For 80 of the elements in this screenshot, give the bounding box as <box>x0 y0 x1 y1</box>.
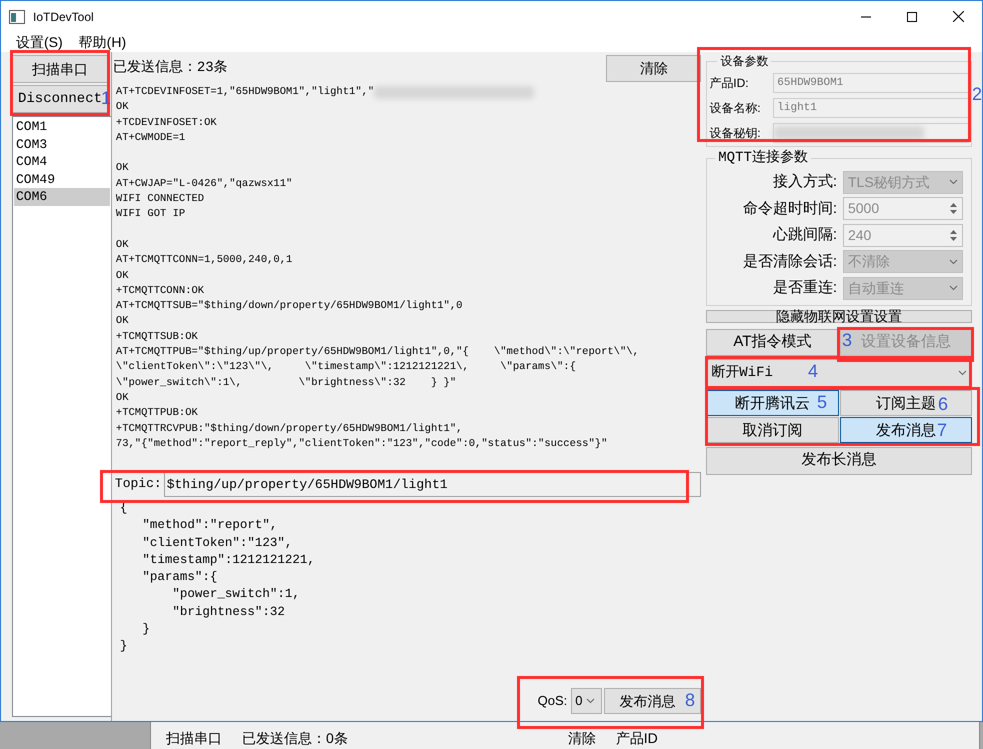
log-line: 73,"{"method":"report_reply","clientToken":"123","code":0,"status":"success"}" <box>116 436 608 452</box>
clear-button[interactable]: 清除 <box>606 55 702 82</box>
log-line: AT+CWJAP="L-0426","qazwsx11" <box>116 176 294 192</box>
log-line: +TCMQTTSUB:OK <box>116 330 199 345</box>
port-item[interactable]: COM6 <box>14 188 110 206</box>
code-line: } <box>120 638 128 656</box>
log-line: AT+TCMQTTPUB="$thing/up/property/65HDW9BOM1/light1",0,"{ \"method\":\"report\"\, <box>116 345 640 360</box>
field-label: 产品ID: <box>709 74 750 92</box>
log-line: AT+TCMQTTCONN=1,5000,240,0,1 <box>116 253 294 268</box>
mode-button[interactable]: AT指令模式 <box>706 328 839 356</box>
field-label: 命令超时时间: <box>742 198 837 218</box>
callout-number: 2 <box>972 84 982 104</box>
chevron-down-icon <box>948 285 958 292</box>
menu-item[interactable]: 帮助(H) <box>78 32 126 52</box>
port-item[interactable]: COM3 <box>14 136 110 153</box>
code-line: "timestamp":1212121221, <box>141 552 316 569</box>
qos-label: QoS: <box>538 692 568 710</box>
background-window-text: 清除 <box>568 731 596 745</box>
code-line: "clientToken":"123", <box>141 534 294 552</box>
field-label: 设备名称: <box>709 100 762 116</box>
log-line: WIFI GOT IP <box>116 207 186 222</box>
qos-select[interactable]: 0 <box>571 688 602 714</box>
log-line: OK <box>116 314 130 330</box>
log-line: +TCMQTTPUB:OK <box>116 406 199 422</box>
action-button[interactable]: 取消订阅 <box>706 416 839 442</box>
code-line: } <box>141 621 151 638</box>
background-window-text: 扫描串口 <box>166 731 222 745</box>
text-field[interactable]: 65HDW9BOM1 <box>773 72 969 92</box>
callout-number: 5 <box>817 392 828 412</box>
background-window-text: 产品ID <box>616 731 658 745</box>
port-item[interactable]: COM49 <box>14 170 110 188</box>
log-line: OK <box>116 390 130 406</box>
log-line: \"power_switch\":1\, \"brightness\":32 } }" <box>116 376 458 391</box>
log-line: AT+TCDEVINFOSET=1,"65HDW9BOM1","light1"," <box>116 85 374 100</box>
maximize-icon[interactable] <box>907 12 917 22</box>
log-line: +TCDEVINFOSET:OK <box>116 116 218 131</box>
window-title: IoTDevTool <box>33 8 94 26</box>
topic-field[interactable]: $thing/up/property/65HDW9BOM1/light1 <box>164 472 702 496</box>
port-item[interactable]: COM1 <box>14 118 110 136</box>
field-label: 是否重连: <box>772 278 837 298</box>
code-line: "params":{ <box>141 569 218 586</box>
log-line: OK <box>116 238 130 253</box>
scan-ports-button[interactable]: 扫描串口 <box>12 55 108 83</box>
field-label: 接入方式: <box>772 172 837 192</box>
log-line: AT+TCMQTTSUB="$thing/down/property/65HDW9BOM1/light1",0 <box>116 299 464 314</box>
field-label: 是否清除会话: <box>742 252 837 272</box>
code-line: "brightness":32 <box>171 604 286 621</box>
log-line: OK <box>116 268 130 284</box>
log-line: OK <box>116 161 130 176</box>
close-icon[interactable] <box>953 11 964 22</box>
log-line: +TCMQTTRCVPUB:"$thing/down/property/65HDW9BOM1/light1", <box>116 422 464 437</box>
field-label: 心跳间隔: <box>772 225 837 245</box>
callout-number: 6 <box>938 394 948 414</box>
log-line: OK <box>116 100 130 116</box>
code-line: "method":"report", <box>141 517 278 534</box>
chevron-down-icon <box>958 370 967 376</box>
group-title: MQTT连接参数 <box>717 148 809 168</box>
field-label: 设备秘钥: <box>709 124 762 142</box>
topic-label: Topic: <box>114 475 162 494</box>
callout-number: 7 <box>937 420 948 440</box>
port-item[interactable]: COM4 <box>14 153 110 170</box>
log-line: WIFI CONNECTED <box>116 192 206 208</box>
log-line: AT+CWMODE=1 <box>116 130 186 146</box>
menu-item[interactable]: 设置(S) <box>16 32 63 52</box>
callout-number: 4 <box>808 361 818 381</box>
publish-long-button[interactable]: 发布长消息 <box>706 446 972 474</box>
hide-settings-button[interactable]: 隐藏物联网设置设置 <box>706 310 972 322</box>
chevron-down-icon <box>948 258 958 265</box>
log-line: +TCMQTTCONN:OK <box>116 284 206 299</box>
sent-count: 已发送信息：23条 <box>112 58 228 78</box>
app-icon <box>9 10 25 24</box>
log-line: \"clientToken\":\"123\"\, \"timestamp\":1212121221\, \"params\":{ <box>116 360 577 376</box>
callout-number: 8 <box>685 690 696 710</box>
chevron-down-icon <box>586 698 594 704</box>
callout-number: 3 <box>842 330 852 350</box>
group-title: 设备参数 <box>719 53 770 70</box>
background-window-text: 已发送信息：0条 <box>242 731 348 745</box>
code-line: "power_switch":1, <box>171 586 301 604</box>
chevron-down-icon <box>948 179 958 186</box>
text-field[interactable]: light1 <box>773 98 969 118</box>
